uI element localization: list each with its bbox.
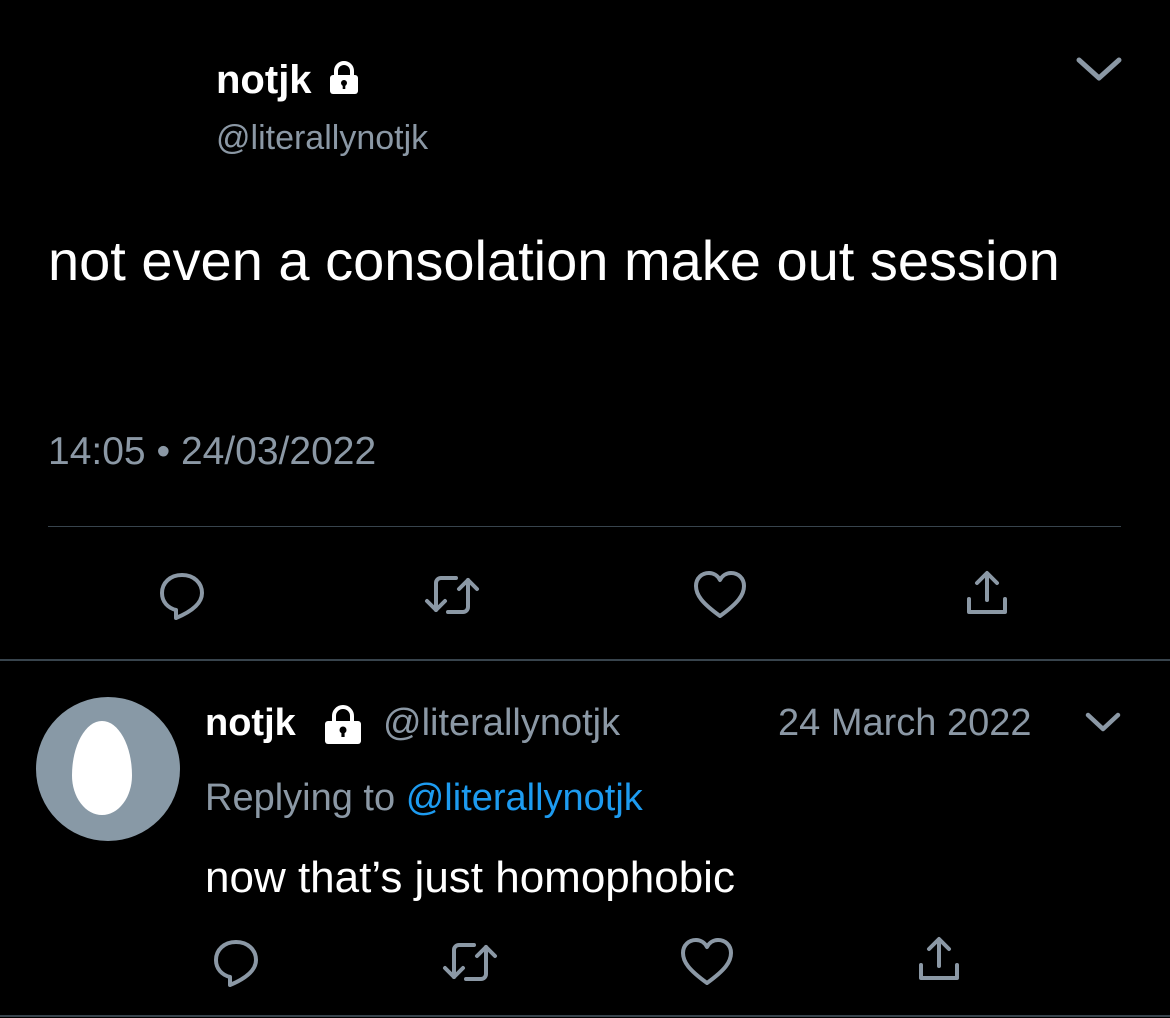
chevron-down-icon[interactable] — [1083, 707, 1123, 737]
share-icon[interactable] — [960, 566, 1014, 620]
divider — [48, 526, 1121, 527]
tweet-date: 24/03/2022 — [180, 430, 377, 473]
tweet-timestamp: 14:05 • 24/03/2022 — [48, 428, 376, 476]
reply-icon[interactable] — [155, 568, 209, 622]
reply-date[interactable]: 24 March 2022 — [778, 700, 1032, 746]
retweet-icon[interactable] — [440, 935, 500, 989]
lock-icon — [320, 702, 366, 746]
author-handle[interactable]: @literallynotjk — [216, 116, 428, 160]
replying-prefix: Replying to — [205, 777, 396, 819]
reply-author-handle[interactable]: @literallynotjk — [383, 700, 620, 746]
tweet-text: not even a consolation make out session — [48, 229, 1060, 292]
like-icon[interactable] — [679, 935, 735, 989]
avatar[interactable] — [36, 697, 180, 841]
replying-handle-link[interactable]: @literallynotjk — [406, 777, 643, 819]
reply-author-name[interactable]: notjk — [205, 700, 296, 746]
replying-to: Replying to @literallynotjk — [205, 774, 643, 822]
author-name[interactable]: notjk — [216, 55, 312, 105]
divider — [0, 1015, 1170, 1017]
tweet-time: 14:05 — [48, 430, 146, 473]
like-icon[interactable] — [692, 568, 748, 622]
share-icon[interactable] — [912, 932, 966, 986]
chevron-down-icon[interactable] — [1074, 52, 1124, 86]
lock-icon — [326, 60, 362, 96]
reply-icon[interactable] — [209, 935, 263, 989]
default-egg-icon — [72, 721, 132, 815]
retweet-icon[interactable] — [422, 568, 482, 622]
meta-separator: • — [156, 430, 171, 473]
divider — [0, 659, 1170, 661]
reply-text: now that’s just homophobic — [205, 853, 735, 902]
